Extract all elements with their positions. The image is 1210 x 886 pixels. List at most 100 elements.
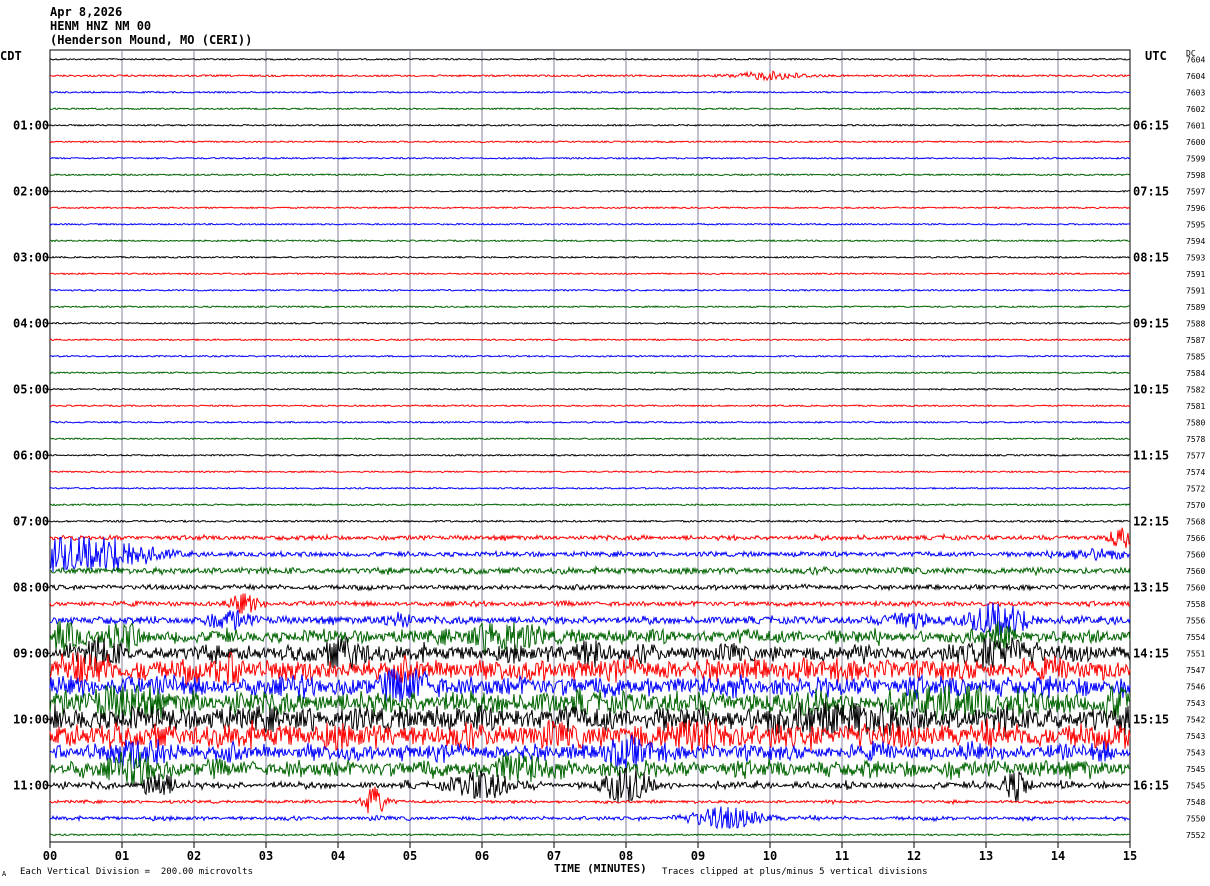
trace-red-row-17 [49, 338, 1131, 342]
trace-blue-row-14 [49, 288, 1131, 292]
dc-offset-label: 7587 [1186, 336, 1205, 345]
trace-green-row-3 [49, 107, 1131, 111]
dc-offset-label: 7543 [1186, 748, 1205, 757]
trace-green-row-7 [49, 173, 1131, 177]
trace-blue-row-34 [49, 602, 1131, 636]
dc-offset-label: 7550 [1186, 814, 1205, 823]
trace-green-row-43 [49, 751, 1131, 787]
trace-black-row-16 [49, 321, 1131, 325]
dc-offset-label: 7560 [1186, 567, 1205, 576]
dc-offset-label: 7582 [1186, 385, 1205, 394]
dc-offset-label: 7578 [1186, 435, 1205, 444]
dc-offset-label: 7543 [1186, 699, 1205, 708]
left-time-label: 08:00 [13, 580, 49, 594]
trace-red-row-5 [49, 140, 1131, 144]
dc-offset-label: 7542 [1186, 715, 1205, 724]
trace-blue-row-10 [49, 222, 1131, 226]
dc-offset-label: 7577 [1186, 451, 1205, 460]
x-axis-title: TIME (MINUTES) [554, 862, 647, 875]
trace-red-row-13 [49, 272, 1131, 276]
left-time-label: 04:00 [13, 316, 49, 330]
dc-offset-label: 7601 [1186, 121, 1205, 130]
dc-offset-label: 7593 [1186, 253, 1205, 262]
scale-note: Each Vertical Division = 200.00 microvol… [20, 867, 253, 877]
dc-offset-label: 7588 [1186, 319, 1205, 328]
x-tick-label: 11 [835, 849, 849, 863]
trace-green-row-31 [49, 565, 1131, 577]
trace-black-row-28 [49, 519, 1131, 524]
trace-green-row-23 [49, 437, 1131, 441]
x-tick-label: 05 [403, 849, 417, 863]
trace-black-row-24 [49, 453, 1131, 457]
dc-offset-label: 7600 [1186, 138, 1205, 147]
dc-offset-label: 7581 [1186, 402, 1205, 411]
dc-offset-label: 7591 [1186, 286, 1205, 295]
x-tick-label: 15 [1123, 849, 1137, 863]
trace-black-row-12 [49, 255, 1131, 259]
trace-red-row-21 [49, 404, 1131, 408]
left-time-label: 05:00 [13, 382, 49, 396]
trace-red-row-45 [49, 786, 1131, 814]
x-tick-label: 10 [763, 849, 777, 863]
dc-offset-label: 7589 [1186, 303, 1205, 312]
dc-offset-label: 7551 [1186, 649, 1205, 658]
dc-offset-label: 7599 [1186, 154, 1205, 163]
right-time-label: 10:15 [1133, 382, 1169, 396]
trace-red-row-25 [49, 470, 1131, 474]
corner-mark: A [2, 870, 7, 878]
dc-offset-label: 7560 [1186, 583, 1205, 592]
dc-offset-label: 7558 [1186, 600, 1205, 609]
dc-offset-label: 7572 [1186, 484, 1205, 493]
dc-offset-label: 7554 [1186, 633, 1205, 642]
dc-offset-label: 7548 [1186, 798, 1205, 807]
dc-offset-label: 7566 [1186, 534, 1205, 543]
trace-black-row-8 [49, 189, 1131, 193]
trace-green-row-19 [49, 371, 1131, 375]
dc-offset-label: 7574 [1186, 468, 1205, 477]
left-time-label: 07:00 [13, 514, 49, 528]
dc-offset-label: 7595 [1186, 220, 1205, 229]
trace-blue-row-18 [49, 354, 1131, 358]
trace-red-row-33 [49, 593, 1131, 614]
x-tick-label: 07 [547, 849, 561, 863]
trace-blue-row-30 [49, 536, 1131, 572]
trace-black-row-0 [49, 57, 1131, 61]
trace-green-row-11 [49, 239, 1131, 243]
dc-offset-label: 7598 [1186, 171, 1205, 180]
dc-offset-label: 7603 [1186, 88, 1205, 97]
right-time-label: 06:15 [1133, 118, 1169, 132]
right-time-label: 14:15 [1133, 646, 1169, 660]
trace-blue-row-46 [49, 806, 1131, 830]
x-tick-label: 01 [115, 849, 129, 863]
dc-offset-label: 7604 [1186, 55, 1205, 64]
dc-offset-label: 7556 [1186, 616, 1205, 625]
dc-offset-label: 7560 [1186, 550, 1205, 559]
x-tick-label: 13 [979, 849, 993, 863]
x-tick-label: 09 [691, 849, 705, 863]
helicorder-plot: 00 01 02 03 04 05 06 07 08 09 10 11 12 13 14 15 7604 7604… [13, 49, 1205, 863]
x-tick-label: 08 [619, 849, 633, 863]
dc-offset-label: 7597 [1186, 187, 1205, 196]
dc-offset-label: 7591 [1186, 270, 1205, 279]
dc-offset-label: 7580 [1186, 418, 1205, 427]
right-time-label: 12:15 [1133, 514, 1169, 528]
dc-offset-label: 7543 [1186, 732, 1205, 741]
trace-black-row-4 [49, 123, 1131, 127]
trace-red-row-29 [49, 527, 1131, 549]
dc-offset-label: 7545 [1186, 781, 1205, 790]
left-time-label: 01:00 [13, 118, 49, 132]
left-time-label: 06:00 [13, 448, 49, 462]
right-time-label: 11:15 [1133, 448, 1169, 462]
dc-offset-label: 7568 [1186, 517, 1205, 526]
right-time-label: 15:15 [1133, 712, 1169, 726]
trace-blue-row-22 [49, 420, 1131, 424]
dc-offset-label: 7570 [1186, 501, 1205, 510]
trace-green-row-15 [49, 305, 1131, 309]
x-tick-label: 14 [1051, 849, 1065, 863]
dc-offset-label: 7596 [1186, 204, 1205, 213]
x-tick-label: 00 [43, 849, 57, 863]
x-tick-label: 12 [907, 849, 921, 863]
dc-offset-label: 7545 [1186, 765, 1205, 774]
left-time-label: 09:00 [13, 646, 49, 660]
dc-offset-label: 7594 [1186, 237, 1205, 246]
